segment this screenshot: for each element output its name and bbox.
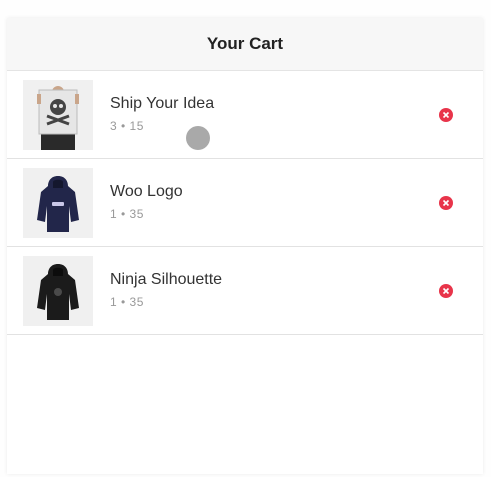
poster-image bbox=[23, 80, 93, 150]
hoodie-image bbox=[23, 256, 93, 326]
cart-header: Your Cart bbox=[7, 18, 483, 71]
cart-item-name: Woo Logo bbox=[110, 183, 183, 200]
cart-panel: Your Cart Ship Your Idea 3 • 15 Woo Logo… bbox=[7, 18, 483, 474]
touch-indicator bbox=[186, 126, 210, 150]
cart-item-ship-your-idea[interactable]: Ship Your Idea 3 • 15 bbox=[7, 71, 483, 159]
remove-icon[interactable] bbox=[439, 108, 453, 122]
cart-screen: Your Cart Ship Your Idea 3 • 15 Woo Logo… bbox=[0, 0, 491, 477]
page-title: Your Cart bbox=[206, 34, 284, 53]
hoodie-thumbnail bbox=[23, 256, 93, 326]
cart-item-meta: 1 • 35 bbox=[110, 295, 144, 309]
hoodie-thumbnail bbox=[23, 168, 93, 238]
remove-icon[interactable] bbox=[439, 196, 453, 210]
cart-item-woo-logo[interactable]: Woo Logo 1 • 35 bbox=[7, 159, 483, 247]
remove-icon[interactable] bbox=[439, 284, 453, 298]
cart-item-name: Ship Your Idea bbox=[110, 95, 215, 112]
cart-item-ninja-silhouette[interactable]: Ninja Silhouette 1 • 35 bbox=[7, 247, 483, 335]
poster-thumbnail bbox=[23, 80, 93, 150]
cart-list: Ship Your Idea 3 • 15 Woo Logo 1 • 35 Ni… bbox=[7, 71, 483, 335]
cart-item-meta: 3 • 15 bbox=[110, 119, 144, 133]
cart-item-meta: 1 • 35 bbox=[110, 207, 144, 221]
cart-item-name: Ninja Silhouette bbox=[110, 271, 223, 288]
hoodie-image bbox=[23, 168, 93, 238]
